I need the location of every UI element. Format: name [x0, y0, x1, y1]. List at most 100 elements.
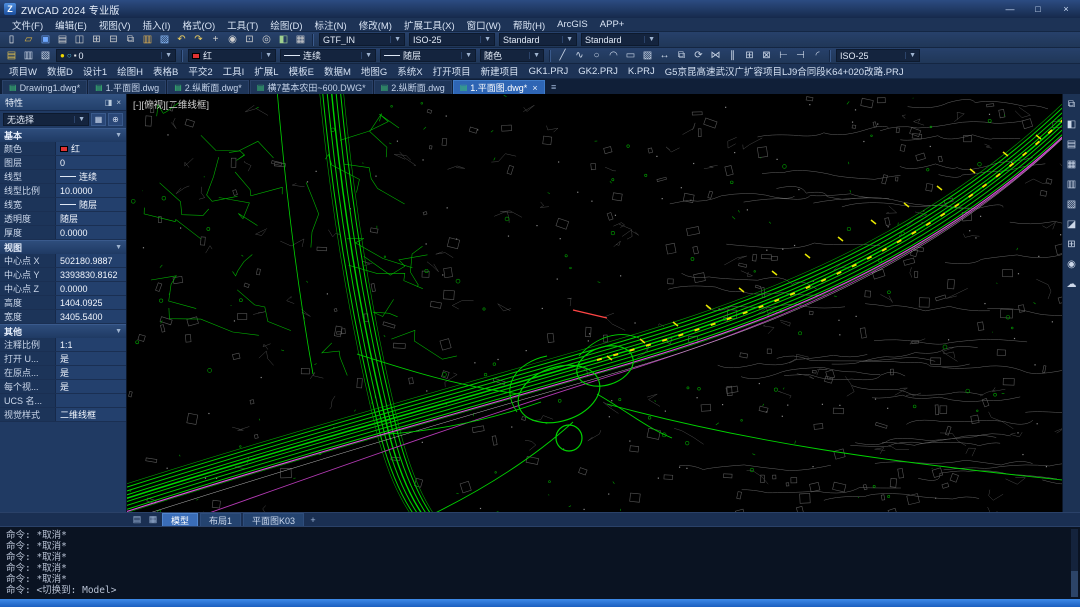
custom-menu-item[interactable]: 系统X — [392, 64, 427, 78]
menu-item[interactable]: 帮助(H) — [507, 18, 551, 32]
properties-panel-icon[interactable]: ◧ — [1064, 117, 1080, 132]
menu-item[interactable]: APP+ — [594, 19, 631, 30]
property-value[interactable]: 是 — [56, 366, 126, 379]
xref-panel-icon[interactable]: ⊞ — [1064, 237, 1080, 252]
property-value[interactable]: 502180.9887 — [56, 254, 126, 267]
custom-menu-item[interactable]: K.PRJ — [623, 66, 660, 77]
layer-previous-icon[interactable]: ▧ — [37, 49, 54, 63]
menu-item[interactable]: 格式(O) — [176, 18, 221, 32]
property-value[interactable]: 是 — [56, 352, 126, 365]
text-style-combo[interactable]: GTF_IN ▼ — [319, 33, 405, 46]
custom-menu-item[interactable]: 项目W — [4, 64, 42, 78]
zoom-previous-icon[interactable]: ◎ — [258, 33, 275, 47]
layer-combo[interactable]: ● ○ ▪ 0 ▼ — [56, 49, 176, 62]
offset-icon[interactable]: ∥ — [724, 49, 741, 63]
custom-menu-item[interactable]: 设计1 — [78, 64, 112, 78]
publish-icon[interactable]: ⊞ — [88, 33, 105, 47]
tab-close-icon[interactable]: × — [532, 83, 537, 93]
auto-hide-icon[interactable]: ◨ — [105, 98, 113, 107]
layer-states-icon[interactable]: ▥ — [20, 49, 37, 63]
markup-icon[interactable]: ◪ — [1064, 217, 1080, 232]
plot-icon[interactable]: ▤ — [54, 33, 71, 47]
dim-style-combo-2[interactable]: ISO-25 ▼ — [836, 49, 920, 62]
layout-tab[interactable]: 模型 — [162, 513, 198, 526]
clipboard-panel-icon[interactable]: ⧉ — [1064, 97, 1080, 112]
zoom-realtime-icon[interactable]: ◉ — [224, 33, 241, 47]
rotate-icon[interactable]: ⟳ — [690, 49, 707, 63]
quick-select-icon[interactable]: ▦ — [91, 113, 106, 126]
property-value[interactable]: 连续 — [56, 170, 126, 183]
custom-menu-item[interactable]: G5京昆高速武汉广扩容项目LJ9合同段K64+020改路.PRJ — [660, 64, 909, 78]
color-combo[interactable]: 红 ▼ — [188, 49, 276, 62]
maximize-button[interactable]: □ — [1024, 0, 1052, 18]
panel-close-icon[interactable]: × — [116, 98, 121, 107]
undo-icon[interactable]: ↶ — [173, 33, 190, 47]
lineweight-combo[interactable]: 随层 ▼ — [380, 49, 476, 62]
property-value[interactable]: 1:1 — [56, 338, 126, 351]
paste-icon[interactable]: ▥ — [139, 33, 156, 47]
property-value[interactable]: 1404.0925 — [56, 296, 126, 309]
save-icon[interactable]: ▣ — [37, 33, 54, 47]
match-properties-icon[interactable]: ▨ — [156, 33, 173, 47]
menu-item[interactable]: 插入(I) — [136, 18, 176, 32]
linetype-combo[interactable]: 连续 ▼ — [280, 49, 376, 62]
rectangle-icon[interactable]: ▭ — [622, 49, 639, 63]
document-tab[interactable]: ▤ 2.纵断面.dwg* × — [167, 80, 249, 94]
fillet-icon[interactable]: ◜ — [809, 49, 826, 63]
property-value[interactable]: 随层 — [56, 212, 126, 225]
document-tab[interactable]: ▤ Drawing1.dwg* × — [2, 80, 87, 94]
menu-item[interactable]: 编辑(E) — [49, 18, 93, 32]
mirror-icon[interactable]: ⋈ — [707, 49, 724, 63]
menu-item[interactable]: 标注(N) — [309, 18, 353, 32]
selection-combo[interactable]: 无选择 ▼ — [3, 113, 89, 126]
menu-item[interactable]: 修改(M) — [353, 18, 398, 32]
preview-icon[interactable]: ◫ — [71, 33, 88, 47]
menu-item[interactable]: 扩展工具(X) — [398, 18, 461, 32]
custom-menu-item[interactable]: 扩展L — [249, 64, 283, 78]
copy-object-icon[interactable]: ⧉ — [673, 49, 690, 63]
property-value[interactable]: 是 — [56, 380, 126, 393]
zoom-window-icon[interactable]: ⊡ — [241, 33, 258, 47]
plot-style-combo[interactable]: 随色 ▼ — [480, 49, 544, 62]
menu-item[interactable]: 文件(F) — [6, 18, 49, 32]
scrollbar-thumb[interactable] — [1071, 571, 1078, 597]
trim-icon[interactable]: ⊢ — [775, 49, 792, 63]
cloud-icon[interactable]: ☁ — [1064, 277, 1080, 292]
drawing-canvas[interactable]: [-][俯视][二维线框] — [127, 94, 1062, 512]
custom-menu-item[interactable]: 数据M — [319, 64, 356, 78]
property-value[interactable]: 10.0000 — [56, 184, 126, 197]
custom-menu-item[interactable]: 表格B — [148, 64, 183, 78]
menu-item[interactable]: 视图(V) — [93, 18, 137, 32]
custom-menu-item[interactable]: 平交2 — [183, 64, 217, 78]
custom-menu-item[interactable]: 新建项目 — [476, 64, 524, 78]
cut-icon[interactable]: ⊟ — [105, 33, 122, 47]
select-objects-icon[interactable]: ⊕ — [108, 113, 123, 126]
designcenter-panel-icon[interactable]: ▦ — [1064, 157, 1080, 172]
redo-icon[interactable]: ↷ — [190, 33, 207, 47]
minimize-button[interactable]: — — [996, 0, 1024, 18]
document-tab[interactable]: ▤ 1.平面图.dwg × — [88, 80, 166, 94]
property-value[interactable] — [56, 394, 126, 407]
close-button[interactable]: × — [1052, 0, 1080, 18]
document-tab[interactable]: ▤ 2.纵断面.dwg × — [374, 80, 452, 94]
designcenter-icon[interactable]: ▦ — [292, 33, 309, 47]
property-value[interactable]: 0 — [56, 156, 126, 169]
layout-grid-icon[interactable]: ▦ — [146, 514, 160, 525]
custom-menu-item[interactable]: 工具I — [218, 64, 250, 78]
dim-style-combo[interactable]: ISO-25 ▼ — [409, 33, 495, 46]
new-tab-button[interactable]: ≡ — [546, 80, 562, 94]
line-icon[interactable]: ╱ — [554, 49, 571, 63]
new-icon[interactable]: ▯ — [3, 33, 20, 47]
viewport-controls[interactable]: [-][俯视][二维线框] — [133, 97, 209, 111]
move-icon[interactable]: ↔ — [656, 49, 673, 63]
custom-menu-item[interactable]: GK2.PRJ — [573, 66, 623, 77]
section-header-view[interactable]: 视图 ▼ — [0, 240, 126, 254]
add-layout-button[interactable]: + — [306, 515, 320, 525]
erase-icon[interactable]: ⊠ — [758, 49, 775, 63]
command-line-area[interactable]: 命令: *取消*命令: *取消*命令: *取消*命令: *取消*命令: *取消*… — [0, 526, 1080, 599]
section-header-other[interactable]: 其他 ▼ — [0, 324, 126, 338]
menu-item[interactable]: 窗口(W) — [461, 18, 507, 32]
model-space-icon[interactable]: ▤ — [130, 514, 144, 525]
open-icon[interactable]: ▱ — [20, 33, 37, 47]
properties-palette-icon[interactable]: ◧ — [275, 33, 292, 47]
